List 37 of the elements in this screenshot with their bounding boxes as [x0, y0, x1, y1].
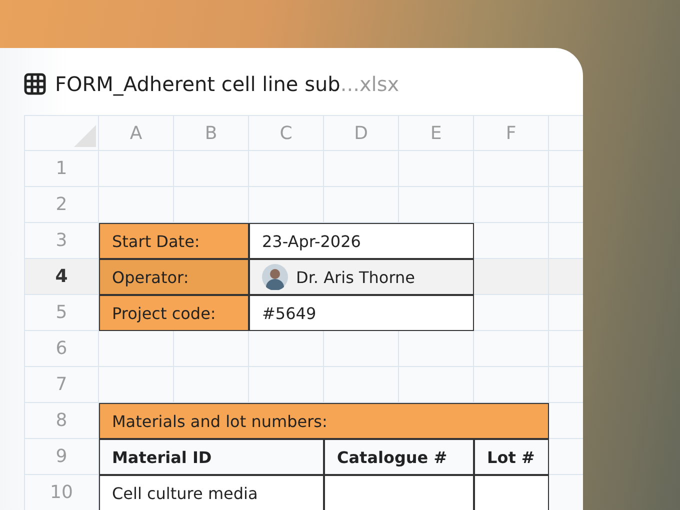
grid-cell[interactable]: [549, 259, 583, 295]
table-icon: [24, 73, 46, 95]
grid-cell[interactable]: [474, 331, 549, 367]
column-header[interactable]: E: [399, 115, 474, 151]
column-header[interactable]: D: [324, 115, 399, 151]
column-header[interactable]: A: [99, 115, 174, 151]
field-value: 23-Apr-2026: [262, 232, 361, 250]
grid-cell[interactable]: [249, 151, 324, 187]
file-name: FORM_Adherent cell line sub...xlsx: [55, 72, 400, 96]
table-cell: Cell culture media: [99, 475, 324, 510]
section-title: Materials and lot numbers:: [99, 403, 549, 439]
grid-cell[interactable]: [399, 151, 474, 187]
grid-cell[interactable]: [474, 151, 549, 187]
row-header[interactable]: 7: [24, 367, 99, 403]
operator-name: Dr. Aris Thorne: [296, 268, 415, 286]
field-label: Operator:: [99, 259, 249, 295]
select-all-icon[interactable]: [74, 125, 96, 147]
column-header[interactable]: B: [174, 115, 249, 151]
row-header[interactable]: 4: [24, 259, 99, 295]
grid-cell[interactable]: [324, 151, 399, 187]
table-header: Material ID: [99, 439, 324, 475]
grid-cell[interactable]: [474, 187, 549, 223]
column-header[interactable]: C: [249, 115, 324, 151]
table-header: Catalogue #: [324, 439, 474, 475]
grid-cell[interactable]: [174, 151, 249, 187]
column-header[interactable]: F: [474, 115, 549, 151]
row-header[interactable]: 2: [24, 187, 99, 223]
row-header[interactable]: 1: [24, 151, 99, 187]
row-header[interactable]: 6: [24, 331, 99, 367]
field-label: Project code:: [99, 295, 249, 331]
grid-cell[interactable]: [474, 259, 549, 295]
grid-cell[interactable]: [549, 115, 583, 151]
table-header: Lot #: [474, 439, 549, 475]
grid-cell[interactable]: [99, 151, 174, 187]
field-value: #5649: [262, 304, 316, 322]
avatar-icon: [262, 264, 288, 290]
field-label: Start Date:: [99, 223, 249, 259]
